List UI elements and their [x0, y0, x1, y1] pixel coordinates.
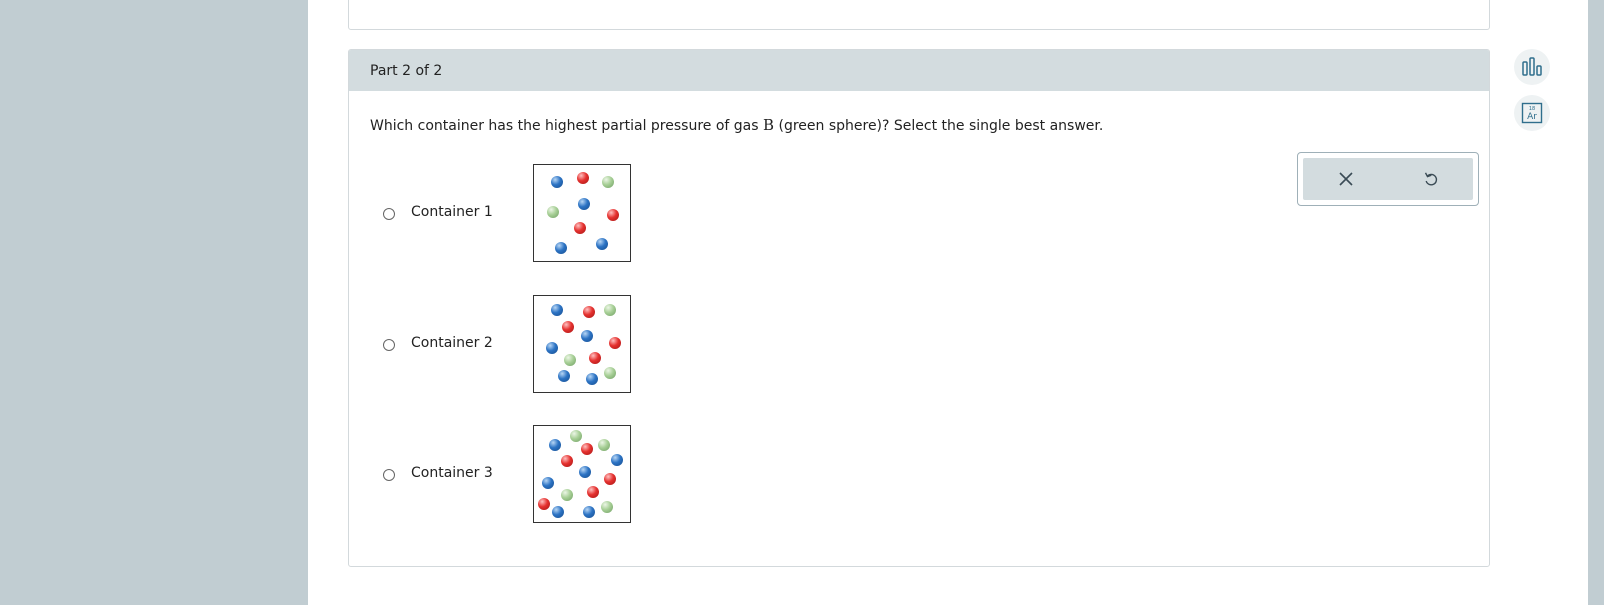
blue-sphere	[551, 304, 563, 316]
red-sphere	[561, 455, 573, 467]
question-text-after: (green sphere)? Select the single best a…	[774, 118, 1104, 134]
blue-sphere	[549, 439, 561, 451]
container-3-diagram	[533, 425, 631, 523]
red-sphere	[583, 306, 595, 318]
red-sphere	[577, 172, 589, 184]
question-card: Part 2 of 2 Which container has the high…	[348, 49, 1490, 567]
blue-sphere	[551, 176, 563, 188]
data-chart-button[interactable]	[1514, 49, 1550, 85]
radio-container-1[interactable]	[383, 208, 395, 220]
option-label: Container 2	[411, 335, 493, 351]
green-sphere	[564, 354, 576, 366]
undo-icon	[1424, 172, 1438, 186]
green-sphere	[561, 489, 573, 501]
question-text: Which container has the highest partial …	[370, 116, 1103, 134]
part-label: Part 2 of 2	[370, 63, 443, 79]
close-icon	[1339, 172, 1353, 186]
clear-answer-button[interactable]	[1332, 165, 1360, 193]
blue-sphere	[552, 506, 564, 518]
periodic-table-icon: 18 Ar	[1521, 102, 1543, 124]
radio-container-2[interactable]	[383, 339, 395, 351]
green-sphere	[602, 176, 614, 188]
green-sphere	[601, 501, 613, 513]
part-header: Part 2 of 2	[349, 50, 1489, 91]
green-sphere	[598, 439, 610, 451]
green-sphere	[604, 367, 616, 379]
red-sphere	[574, 222, 586, 234]
right-gutter	[1588, 0, 1604, 605]
red-sphere	[604, 473, 616, 485]
blue-sphere	[579, 466, 591, 478]
gas-variable: B	[763, 116, 775, 134]
blue-sphere	[581, 330, 593, 342]
blue-sphere	[596, 238, 608, 250]
blue-sphere	[558, 370, 570, 382]
radio-container-3[interactable]	[383, 469, 395, 481]
red-sphere	[562, 321, 574, 333]
blue-sphere	[542, 477, 554, 489]
red-sphere	[589, 352, 601, 364]
data-chart-icon	[1522, 57, 1542, 76]
undo-button[interactable]	[1417, 165, 1445, 193]
answer-toolbox	[1297, 152, 1479, 206]
option-label: Container 3	[411, 465, 493, 481]
previous-part-card	[348, 0, 1490, 30]
red-sphere	[581, 443, 593, 455]
option-label: Container 1	[411, 204, 493, 220]
blue-sphere	[583, 506, 595, 518]
green-sphere	[604, 304, 616, 316]
blue-sphere	[611, 454, 623, 466]
answer-toolbox-inner	[1303, 158, 1473, 200]
blue-sphere	[586, 373, 598, 385]
periodic-table-button[interactable]: 18 Ar	[1514, 95, 1550, 131]
question-text-before: Which container has the highest partial …	[370, 118, 763, 134]
blue-sphere	[555, 242, 567, 254]
container-1-diagram	[533, 164, 631, 262]
green-sphere	[547, 206, 559, 218]
green-sphere	[570, 430, 582, 442]
blue-sphere	[578, 198, 590, 210]
blue-sphere	[546, 342, 558, 354]
red-sphere	[609, 337, 621, 349]
red-sphere	[538, 498, 550, 510]
element-symbol: Ar	[1527, 112, 1537, 122]
red-sphere	[607, 209, 619, 221]
red-sphere	[587, 486, 599, 498]
container-2-diagram	[533, 295, 631, 393]
